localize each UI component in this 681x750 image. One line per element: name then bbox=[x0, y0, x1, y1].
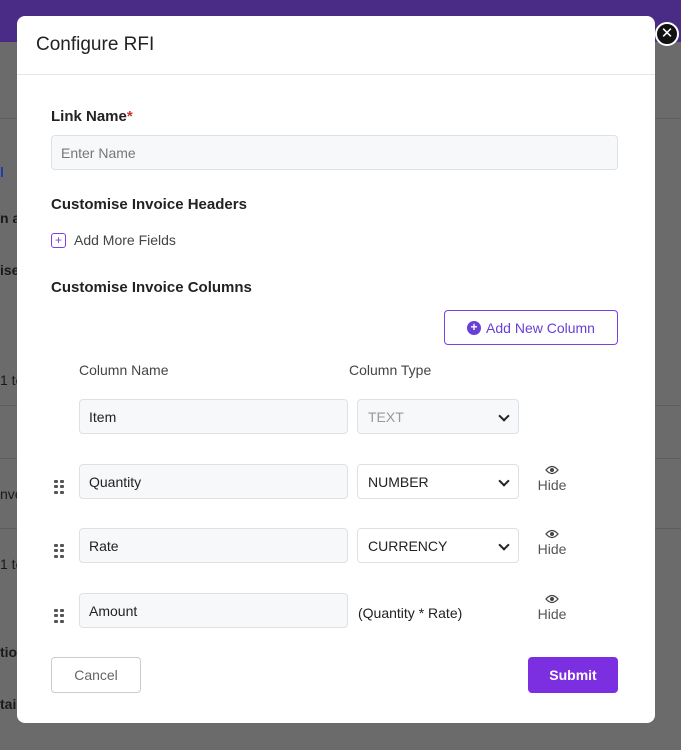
cancel-button[interactable]: Cancel bbox=[51, 657, 141, 693]
submit-label: Submit bbox=[549, 667, 597, 683]
add-new-column-label: Add New Column bbox=[486, 319, 595, 336]
column-name-input-amount[interactable]: Amount bbox=[79, 593, 348, 628]
amount-formula: (Quantity * Rate) bbox=[358, 605, 463, 621]
column-name-value: Rate bbox=[89, 537, 119, 554]
modal-header: Configure RFI bbox=[17, 16, 655, 75]
column-type-select-rate[interactable]: CURRENCY bbox=[357, 528, 519, 563]
drag-handle-icon[interactable] bbox=[54, 609, 64, 623]
drag-handle-icon[interactable] bbox=[54, 480, 64, 494]
invoice-headers-title: Customise Invoice Headers bbox=[51, 196, 247, 213]
chevron-down-icon bbox=[498, 539, 510, 551]
column-type-select-item[interactable]: TEXT bbox=[357, 399, 519, 434]
hide-toggle-amount[interactable]: Hide bbox=[532, 594, 572, 622]
eye-icon bbox=[545, 594, 559, 604]
eye-icon bbox=[545, 529, 559, 539]
plus-icon: + bbox=[51, 232, 66, 248]
eye-icon bbox=[545, 465, 559, 475]
link-name-input[interactable]: Enter Name bbox=[51, 135, 618, 170]
add-new-column-button[interactable]: + Add New Column bbox=[444, 310, 618, 345]
column-type-select-quantity[interactable]: NUMBER bbox=[357, 464, 519, 499]
column-name-input-quantity[interactable]: Quantity bbox=[79, 464, 348, 499]
hide-toggle-quantity[interactable]: Hide bbox=[532, 465, 572, 493]
column-name-input-rate[interactable]: Rate bbox=[79, 528, 348, 563]
drag-handle-icon[interactable] bbox=[54, 544, 64, 558]
column-name-value: Item bbox=[89, 408, 117, 425]
column-type-header: Column Type bbox=[349, 362, 432, 378]
required-mark: * bbox=[126, 108, 133, 125]
column-name-header: Column Name bbox=[79, 362, 169, 378]
modal-title: Configure RFI bbox=[36, 34, 155, 55]
submit-button[interactable]: Submit bbox=[528, 657, 618, 693]
chevron-down-icon bbox=[498, 475, 510, 487]
hide-label: Hide bbox=[537, 606, 567, 622]
column-name-value: Amount bbox=[89, 602, 138, 619]
cancel-label: Cancel bbox=[74, 667, 118, 683]
column-name-input-item[interactable]: Item bbox=[79, 399, 348, 434]
chevron-down-icon bbox=[498, 410, 510, 422]
add-more-fields-button[interactable]: + Add More Fields bbox=[51, 232, 176, 248]
column-type-value: TEXT bbox=[368, 408, 404, 425]
background-text: tai bbox=[0, 696, 17, 712]
add-more-fields-label: Add More Fields bbox=[74, 232, 176, 248]
link-name-label-text: Link Name bbox=[51, 108, 127, 125]
link-name-placeholder: Enter Name bbox=[61, 144, 136, 161]
close-icon[interactable]: ✕ bbox=[655, 22, 679, 46]
column-type-value: CURRENCY bbox=[368, 537, 448, 554]
background-text: l bbox=[0, 164, 4, 180]
hide-toggle-rate[interactable]: Hide bbox=[532, 529, 572, 557]
link-name-label: Link Name* bbox=[51, 108, 133, 125]
hide-label: Hide bbox=[537, 541, 567, 557]
invoice-columns-title: Customise Invoice Columns bbox=[51, 279, 252, 296]
plus-circle-icon: + bbox=[467, 320, 482, 335]
hide-label: Hide bbox=[537, 477, 567, 493]
column-name-value: Quantity bbox=[89, 473, 142, 490]
column-type-value: NUMBER bbox=[368, 473, 429, 490]
